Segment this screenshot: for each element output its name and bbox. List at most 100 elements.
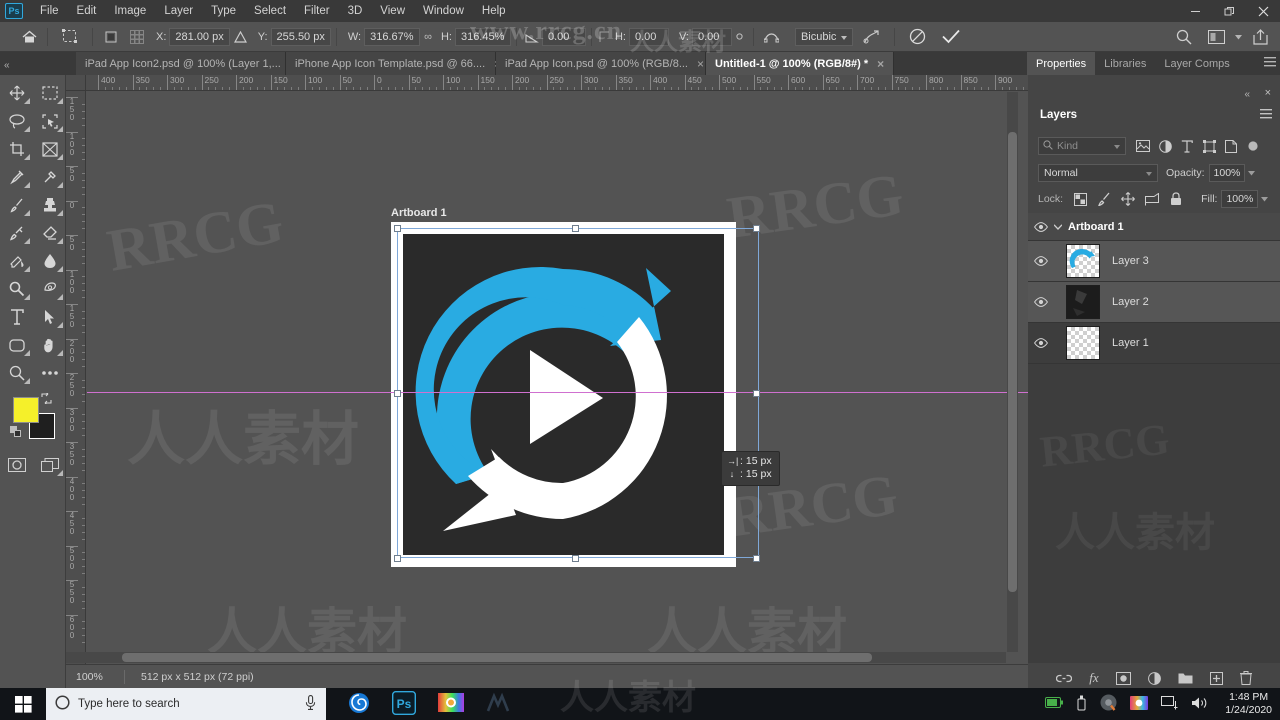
filter-smartobject-icon[interactable] [1220, 136, 1242, 156]
menu-view[interactable]: View [371, 0, 414, 22]
eraser-tool[interactable] [33, 219, 66, 247]
zoom-level[interactable]: 100% [66, 671, 124, 683]
tab-close-icon[interactable]: × [697, 58, 704, 70]
path-selection-tool[interactable] [33, 303, 66, 331]
zoom-tool[interactable] [0, 359, 33, 387]
layer-thumbnail-layer-1[interactable] [1066, 326, 1100, 360]
foreground-color-swatch[interactable] [13, 397, 39, 423]
filter-toggle-icon[interactable] [1242, 136, 1264, 156]
panel-tab-libraries[interactable]: Libraries [1095, 52, 1155, 75]
horizontal-ruler[interactable]: 400 350 300 250 200 150 100 50 0 50 100 150 200 250 30… [86, 75, 1028, 91]
free-transform-icon[interactable] [53, 25, 87, 49]
handle-bottom-right[interactable] [753, 555, 760, 562]
layer-row-layer-3[interactable]: Layer 3 [1028, 241, 1280, 282]
interpolation-dropdown[interactable]: Bicubic [794, 27, 854, 46]
dodge-tool[interactable] [0, 275, 33, 303]
menu-edit[interactable]: Edit [68, 0, 106, 22]
filter-adjustment-icon[interactable] [1154, 136, 1176, 156]
document-info[interactable]: 512 px x 512 px (72 ppi) [125, 671, 254, 683]
link-layers-icon[interactable] [1056, 674, 1073, 683]
filter-shape-icon[interactable] [1198, 136, 1220, 156]
screen-mode-icon[interactable] [33, 451, 66, 479]
lock-image-icon[interactable] [1093, 189, 1115, 209]
menu-window[interactable]: Window [414, 0, 473, 22]
lock-transparent-icon[interactable] [1069, 189, 1091, 209]
document-tab-untitled-1[interactable]: Untitled-1 @ 100% (RGB/8#) * × [706, 52, 895, 75]
blur-tool[interactable] [33, 247, 66, 275]
usb-icon[interactable] [1076, 695, 1087, 714]
handle-bottom-left[interactable] [394, 555, 401, 562]
x-input[interactable]: 281.00 px [169, 27, 230, 46]
layer-thumbnail-layer-3[interactable] [1066, 244, 1100, 278]
media-app-icon[interactable] [486, 692, 510, 717]
collapse-panel-icon[interactable]: « [1244, 89, 1249, 100]
menu-3d[interactable]: 3D [339, 0, 372, 22]
delete-layer-icon[interactable] [1239, 671, 1252, 685]
filter-type-icon[interactable] [1176, 136, 1198, 156]
maintain-aspect-icon[interactable] [732, 25, 748, 49]
rectangular-marquee-tool[interactable] [33, 79, 66, 107]
horizontal-scrollbar[interactable] [66, 652, 1006, 663]
layer-visibility-icon[interactable] [1028, 338, 1054, 348]
chevron-down-icon[interactable] [1232, 25, 1244, 49]
restore-button[interactable] [1212, 0, 1246, 22]
blend-mode-dropdown[interactable]: Normal [1038, 164, 1158, 182]
layer-row-layer-2[interactable]: Layer 2 [1028, 282, 1280, 323]
layer-visibility-icon[interactable] [1028, 221, 1054, 232]
firefox-icon[interactable] [348, 692, 370, 717]
workspace-icon[interactable] [1200, 25, 1232, 49]
close-button[interactable] [1246, 0, 1280, 22]
width-input[interactable]: 316.67% [364, 27, 421, 46]
handle-top-left[interactable] [394, 225, 401, 232]
filter-pixel-icon[interactable] [1132, 136, 1154, 156]
transform-selection-box[interactable] [394, 225, 760, 562]
horizontal-scroll-thumb[interactable] [122, 653, 872, 662]
collapse-toolbar-icon[interactable]: « [4, 60, 9, 71]
lock-artboard-icon[interactable] [1141, 189, 1163, 209]
lock-all-icon[interactable] [1165, 189, 1187, 209]
handle-top-right[interactable] [753, 225, 760, 232]
type-tool[interactable] [0, 303, 33, 331]
document-tab-iphone-app-icon-template[interactable]: iPhone App Icon Template.psd @ 66.... × [286, 52, 501, 75]
history-brush-tool[interactable] [0, 219, 33, 247]
home-icon[interactable] [16, 25, 42, 49]
height-input[interactable]: 316.45% [454, 27, 511, 46]
handle-top-center[interactable] [572, 225, 579, 232]
share-icon[interactable] [1244, 25, 1276, 49]
spot-healing-brush-tool[interactable] [33, 163, 66, 191]
battery-icon[interactable] [1045, 697, 1064, 711]
commit-transform-icon[interactable] [934, 25, 968, 49]
warp-icon[interactable] [759, 25, 785, 49]
frame-tool[interactable] [33, 135, 66, 163]
menu-select[interactable]: Select [245, 0, 295, 22]
taskbar-search-box[interactable]: Type here to search [46, 688, 326, 720]
lock-position-icon[interactable] [1117, 189, 1139, 209]
search-icon[interactable] [1168, 25, 1200, 49]
vertical-scrollbar[interactable] [1007, 92, 1018, 652]
color-tray-icon[interactable] [1130, 695, 1149, 713]
fill-value[interactable]: 100% [1221, 190, 1259, 208]
microphone-icon[interactable] [305, 695, 316, 713]
filter-kind-dropdown[interactable]: Kind [1038, 137, 1126, 155]
menu-help[interactable]: Help [473, 0, 515, 22]
new-layer-icon[interactable] [1209, 671, 1223, 685]
chrome-icon[interactable] [1100, 694, 1117, 714]
menu-type[interactable]: Type [202, 0, 245, 22]
chevron-down-icon[interactable] [1054, 223, 1068, 230]
swap-colors-icon[interactable] [41, 391, 52, 407]
layer-style-fx-icon[interactable]: fx [1089, 670, 1098, 686]
y-input[interactable]: 255.50 px [270, 27, 331, 46]
opacity-chevron-down-icon[interactable] [1248, 169, 1256, 178]
windows-start-icon[interactable] [0, 688, 46, 720]
quick-mask-icon[interactable] [0, 451, 33, 479]
link-wh-icon[interactable]: ∞ [424, 31, 432, 43]
canvas-viewport[interactable]: RRCG RRCG 人人素材 RRCG 人人素材 人人素材 Artboard 1 [87, 92, 1028, 672]
gradient-tool[interactable] [0, 247, 33, 275]
object-selection-tool[interactable] [33, 107, 66, 135]
new-group-icon[interactable] [1178, 672, 1193, 684]
pen-tool[interactable] [33, 275, 66, 303]
skew-h-input[interactable]: 0.00 [628, 27, 669, 46]
default-colors-icon[interactable] [10, 426, 21, 437]
hand-tool[interactable] [33, 331, 66, 359]
relative-position-icon[interactable] [230, 25, 252, 49]
